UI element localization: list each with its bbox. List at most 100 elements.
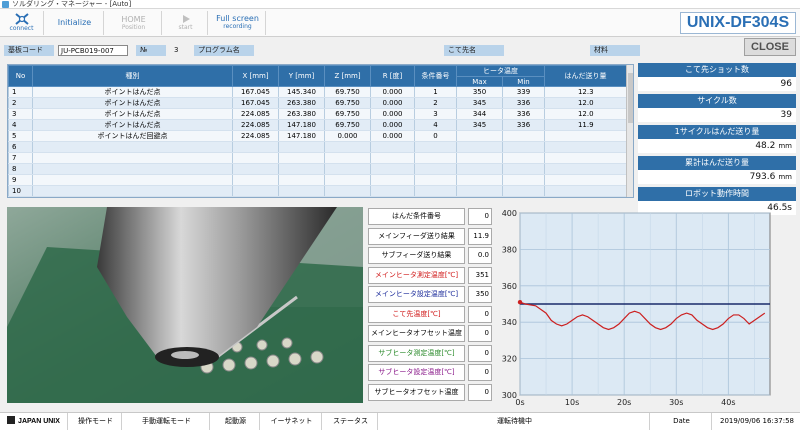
table-cell: 147.180: [278, 130, 325, 142]
operation-state: 運転待機中: [380, 413, 650, 430]
table-row[interactable]: 9: [8, 174, 627, 186]
y-tick-label: 360: [502, 282, 517, 291]
table-cell: [414, 141, 457, 153]
table-row[interactable]: 7: [8, 152, 627, 164]
table-cell: [278, 185, 325, 197]
table-cell: [370, 152, 415, 164]
table-row[interactable]: 1 ポイントはんだ点 167.045 145.340 69.750 0.000 1 350 33…: [8, 86, 627, 98]
table-cell: 1: [8, 86, 33, 98]
camera-view: [7, 207, 363, 403]
table-cell: [414, 185, 457, 197]
param-row: はんだ条件番号 0: [368, 207, 492, 227]
status-label: ステータス: [324, 413, 378, 430]
table-cell: ポイントはんだ点: [32, 119, 233, 131]
table-row[interactable]: 10: [8, 185, 627, 197]
param-label: サブフィーダ送り結果: [368, 247, 465, 264]
table-cell: ポイントはんだ回避点: [32, 130, 233, 142]
table-cell: ポイントはんだ点: [32, 86, 233, 98]
table-cell: [278, 174, 325, 186]
table-cell: [502, 141, 545, 153]
connect-button[interactable]: connect: [0, 11, 44, 35]
table-cell: [232, 185, 279, 197]
y-tick-label: 320: [502, 355, 517, 364]
table-cell: 69.750: [324, 97, 371, 109]
table-cell: [232, 174, 279, 186]
table-scrollbar[interactable]: [626, 65, 633, 197]
table-cell: 0.000: [370, 130, 415, 142]
fullscreen-sub-label: recording: [223, 23, 252, 30]
connect-label: connect: [9, 25, 34, 32]
app-icon: [2, 1, 9, 8]
scrollbar-thumb[interactable]: [628, 73, 633, 123]
stat-label: 1サイクルはんだ送り量: [638, 125, 796, 139]
logo-text: JAPAN UNIX: [18, 418, 60, 425]
table-cell: 6: [8, 141, 33, 153]
x-tick-label: 10s: [565, 398, 579, 407]
table-cell: 3: [414, 108, 457, 120]
fullscreen-recording-button[interactable]: Full screen recording: [210, 11, 266, 35]
table-cell: [456, 185, 503, 197]
col-header-x: X [mm]: [232, 65, 279, 87]
param-value: 0.0: [468, 247, 492, 264]
table-cell: 336: [502, 119, 545, 131]
table-row[interactable]: 2 ポイントはんだ点 167.045 263.380 69.750 0.000 2 345 33…: [8, 97, 627, 109]
table-cell: 336: [502, 108, 545, 120]
start-button[interactable]: start: [164, 11, 208, 35]
stat-number: 39: [780, 110, 792, 120]
table-row[interactable]: 3 ポイントはんだ点 224.085 263.380 69.750 0.000 3 344 33…: [8, 108, 627, 120]
table-cell: 263.380: [278, 108, 325, 120]
table-cell: [502, 185, 545, 197]
table-cell: 263.380: [278, 97, 325, 109]
table-cell: [414, 163, 457, 175]
param-label: サブヒータ測定温度[℃]: [368, 344, 465, 362]
status-bar: JAPAN UNIX 操作モード 手動運転モード 起動源 イーサネット ステータ…: [0, 412, 800, 430]
table-cell: [32, 141, 233, 153]
table-cell: 0.000: [370, 86, 415, 98]
stat-number: 793.6: [749, 172, 776, 182]
table-cell: 336: [502, 97, 545, 109]
parameter-panel: はんだ条件番号 0 メインフィーダ送り結果 11.9 サブフィーダ送り結果 0.0 メインヒ…: [368, 207, 492, 402]
fullscreen-label: Full screen: [216, 14, 259, 23]
table-cell: 9: [8, 174, 33, 186]
initialize-button[interactable]: Initialize: [46, 11, 104, 35]
col-header-max: Max: [456, 76, 503, 87]
stat-value: 96: [638, 77, 796, 91]
close-button[interactable]: CLOSE: [744, 38, 796, 56]
x-tick-label: 20s: [617, 398, 631, 407]
temperature-chart: 400 380 360 340 320 300 0s 10s 20s 30s 40s: [498, 207, 796, 407]
table-cell: [502, 163, 545, 175]
stat-label: ロボット動作時間: [638, 187, 796, 201]
col-header-heater-temp: ヒータ温度: [456, 65, 545, 77]
table-cell: [502, 152, 545, 164]
table-cell: 339: [502, 86, 545, 98]
operation-mode-status: 操作モード: [70, 413, 122, 430]
origin-status: 起動源: [212, 413, 260, 430]
table-row[interactable]: 6: [8, 141, 627, 153]
col-header-no: No: [8, 65, 33, 87]
table-row[interactable]: 5 ポイントはんだ回避点 224.085 147.180 0.000 0.000 0: [8, 130, 627, 142]
x-tick-label: 40s: [721, 398, 735, 407]
table-cell: 167.045: [232, 97, 279, 109]
param-row: メインフィーダ送り結果 11.9: [368, 227, 492, 247]
param-value: 0: [468, 208, 492, 225]
no-value: 3: [174, 46, 179, 54]
param-row: メインヒータ測定温度[℃] 351: [368, 266, 492, 286]
play-icon: [182, 15, 190, 23]
param-value: 0: [468, 364, 492, 381]
table-cell: [32, 163, 233, 175]
manual-mode-status: 手動運転モード: [124, 413, 210, 430]
param-row: サブヒータ測定温度[℃] 0: [368, 344, 492, 364]
table-cell: [544, 130, 627, 142]
series-start-point: [517, 299, 523, 305]
table-cell: ポイントはんだ点: [32, 108, 233, 120]
table-row[interactable]: 8: [8, 163, 627, 175]
table-cell: [544, 163, 627, 175]
table-cell: [456, 152, 503, 164]
table-cell: [544, 152, 627, 164]
col-header-min: Min: [502, 76, 545, 87]
table-row[interactable]: 4 ポイントはんだ点 224.085 147.180 69.750 0.000 4 345 33…: [8, 119, 627, 131]
param-label: サブヒータ設定温度[℃]: [368, 364, 465, 381]
table-cell: 1: [414, 86, 457, 98]
home-position-button[interactable]: HOME Position: [106, 11, 162, 35]
table-cell: [544, 185, 627, 197]
